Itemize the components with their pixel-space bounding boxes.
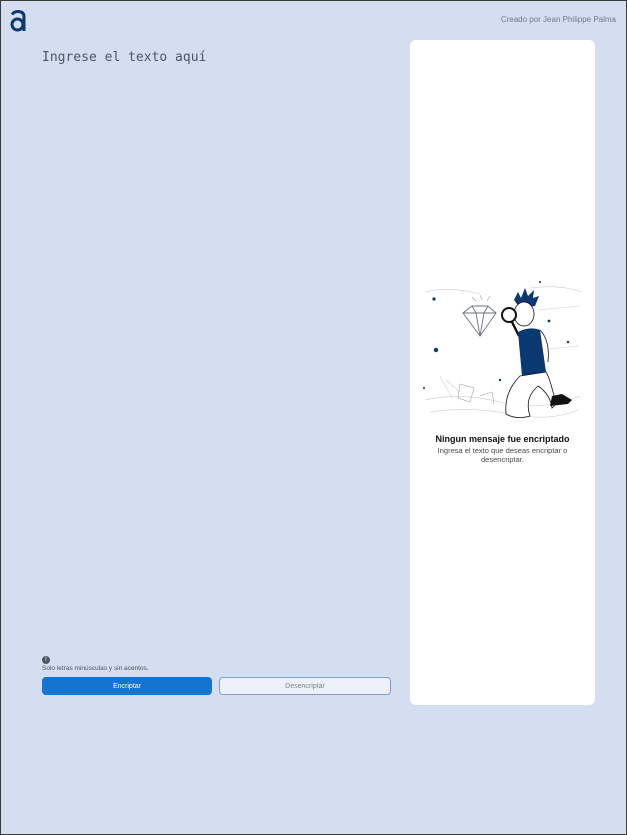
input-hint: ! Solo letras minúsculas y sin acentos. (42, 656, 149, 672)
info-icon: ! (42, 656, 50, 664)
alura-logo-icon (10, 9, 26, 32)
encrypt-button[interactable]: Encriptar (42, 677, 212, 695)
empty-state-title: Ningun mensaje fue encriptado (435, 434, 570, 444)
hint-text: Solo letras minúsculas y sin acentos. (42, 665, 149, 672)
author-credit: Creado por Jean Philippe Palma (500, 15, 616, 24)
empty-state-description: Ingresa el texto que deseas encriptar o … (437, 446, 568, 464)
output-panel: Ningun mensaje fue encriptado Ingresa el… (410, 40, 595, 705)
boy-with-magnifier-illustration (423, 281, 583, 418)
message-input[interactable] (42, 50, 392, 640)
decrypt-button[interactable]: Desencriptar (219, 677, 391, 695)
